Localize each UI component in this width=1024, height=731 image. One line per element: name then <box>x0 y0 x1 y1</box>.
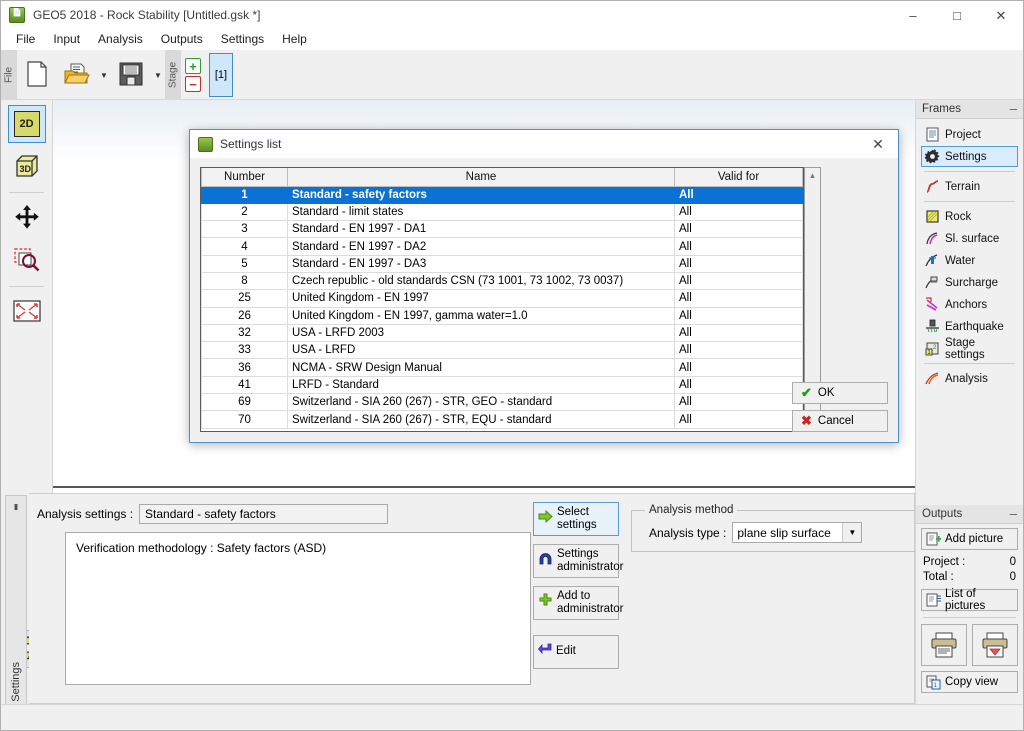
dialog-title: Settings list <box>220 137 282 151</box>
cell-valid: All <box>674 358 803 377</box>
table-row[interactable]: 25 United Kingdom - EN 1997 All <box>201 289 803 308</box>
table-row[interactable]: 36 NCMA - SRW Design Manual All <box>201 358 803 377</box>
cell-number: 1 <box>201 185 288 204</box>
dialog-body: Number Name Valid for 1 Standard - safet… <box>190 158 898 442</box>
table-row[interactable]: 70 Switzerland - SIA 260 (267) - STR, EQ… <box>201 410 803 429</box>
cell-valid: All <box>674 410 803 429</box>
table-row[interactable]: 5 Standard - EN 1997 - DA3 All <box>201 254 803 273</box>
column-header-name[interactable]: Name <box>287 168 675 187</box>
dialog-buttons: ✔ OK ✖ Cancel <box>792 376 888 432</box>
dialog-title-bar: Settings list ✕ <box>190 130 898 158</box>
table-row[interactable]: 26 United Kingdom - EN 1997, gamma water… <box>201 306 803 325</box>
cell-number: 4 <box>201 237 288 256</box>
cell-valid: All <box>674 341 803 360</box>
table-row[interactable]: 32 USA - LRFD 2003 All <box>201 323 803 343</box>
cell-name: LRFD - Standard <box>287 375 675 395</box>
table-row[interactable]: 1 Standard - safety factors All <box>201 185 803 204</box>
cell-name: Switzerland - SIA 260 (267) - STR, GEO -… <box>287 393 675 412</box>
cancel-button-label: Cancel <box>817 415 854 427</box>
cell-name: Standard - limit states <box>287 202 675 222</box>
cell-name: USA - LRFD <box>287 341 675 360</box>
cell-valid: All <box>674 306 803 325</box>
cell-number: 26 <box>201 306 288 325</box>
cell-valid: All <box>674 271 803 291</box>
cell-number: 41 <box>201 375 288 395</box>
cell-name: United Kingdom - EN 1997 <box>287 289 675 308</box>
table-row[interactable]: 2 Standard - limit states All <box>201 202 803 222</box>
cell-number: 25 <box>201 289 288 308</box>
column-header-number[interactable]: Number <box>201 168 288 187</box>
cell-number: 5 <box>201 254 288 273</box>
cell-valid: All <box>674 237 803 256</box>
settings-list-dialog: Settings list ✕ Number Name Valid for 1 … <box>189 129 899 443</box>
settings-table-body: 1 Standard - safety factors All 2 Standa… <box>201 185 803 429</box>
application-window: GEO5 2018 - Rock Stability [Untitled.gsk… <box>0 0 1024 731</box>
cell-valid: All <box>674 375 803 395</box>
ok-button[interactable]: ✔ OK <box>792 382 888 404</box>
table-row[interactable]: 69 Switzerland - SIA 260 (267) - STR, GE… <box>201 393 803 412</box>
cell-number: 3 <box>201 220 288 239</box>
dialog-close-button[interactable]: ✕ <box>858 130 898 158</box>
table-row[interactable]: 3 Standard - EN 1997 - DA1 All <box>201 220 803 239</box>
cell-name: NCMA - SRW Design Manual <box>287 358 675 377</box>
cell-valid: All <box>674 289 803 308</box>
cell-number: 69 <box>201 393 288 412</box>
cell-valid: All <box>674 323 803 343</box>
settings-table-container: Number Name Valid for 1 Standard - safet… <box>200 167 804 432</box>
cell-name: USA - LRFD 2003 <box>287 323 675 343</box>
cell-valid: All <box>674 185 803 204</box>
scroll-up-arrow-icon[interactable]: ▲ <box>805 168 820 183</box>
cell-number: 33 <box>201 341 288 360</box>
table-row[interactable]: 41 LRFD - Standard All <box>201 375 803 395</box>
cancel-button[interactable]: ✖ Cancel <box>792 410 888 432</box>
cell-name: Standard - safety factors <box>287 185 675 204</box>
cell-number: 70 <box>201 410 288 429</box>
modal-overlay: Settings list ✕ Number Name Valid for 1 … <box>1 1 1023 730</box>
cell-valid: All <box>674 202 803 222</box>
cell-name: Standard - EN 1997 - DA2 <box>287 237 675 256</box>
cell-number: 2 <box>201 202 288 222</box>
settings-table: Number Name Valid for 1 Standard - safet… <box>201 168 803 429</box>
geo5-app-icon <box>198 136 213 152</box>
cell-valid: All <box>674 254 803 273</box>
cell-number: 32 <box>201 323 288 343</box>
cell-name: Czech republic - old standards CSN (73 1… <box>287 271 675 291</box>
cell-valid: All <box>674 393 803 412</box>
ok-button-label: OK <box>817 387 835 399</box>
table-row[interactable]: 8 Czech republic - old standards CSN (73… <box>201 271 803 291</box>
cell-name: United Kingdom - EN 1997, gamma water=1.… <box>287 306 675 325</box>
cell-number: 36 <box>201 358 288 377</box>
table-header-row: Number Name Valid for <box>201 168 803 187</box>
cell-name: Standard - EN 1997 - DA3 <box>287 254 675 273</box>
cell-valid: All <box>674 220 803 239</box>
column-header-valid-for[interactable]: Valid for <box>674 168 803 187</box>
cell-name: Standard - EN 1997 - DA1 <box>287 220 675 239</box>
cell-number: 8 <box>201 271 288 291</box>
table-row[interactable]: 4 Standard - EN 1997 - DA2 All <box>201 237 803 256</box>
check-icon: ✔ <box>801 385 812 400</box>
cell-name: Switzerland - SIA 260 (267) - STR, EQU -… <box>287 410 675 429</box>
cross-icon: ✖ <box>801 413 812 428</box>
table-row[interactable]: 33 USA - LRFD All <box>201 341 803 360</box>
